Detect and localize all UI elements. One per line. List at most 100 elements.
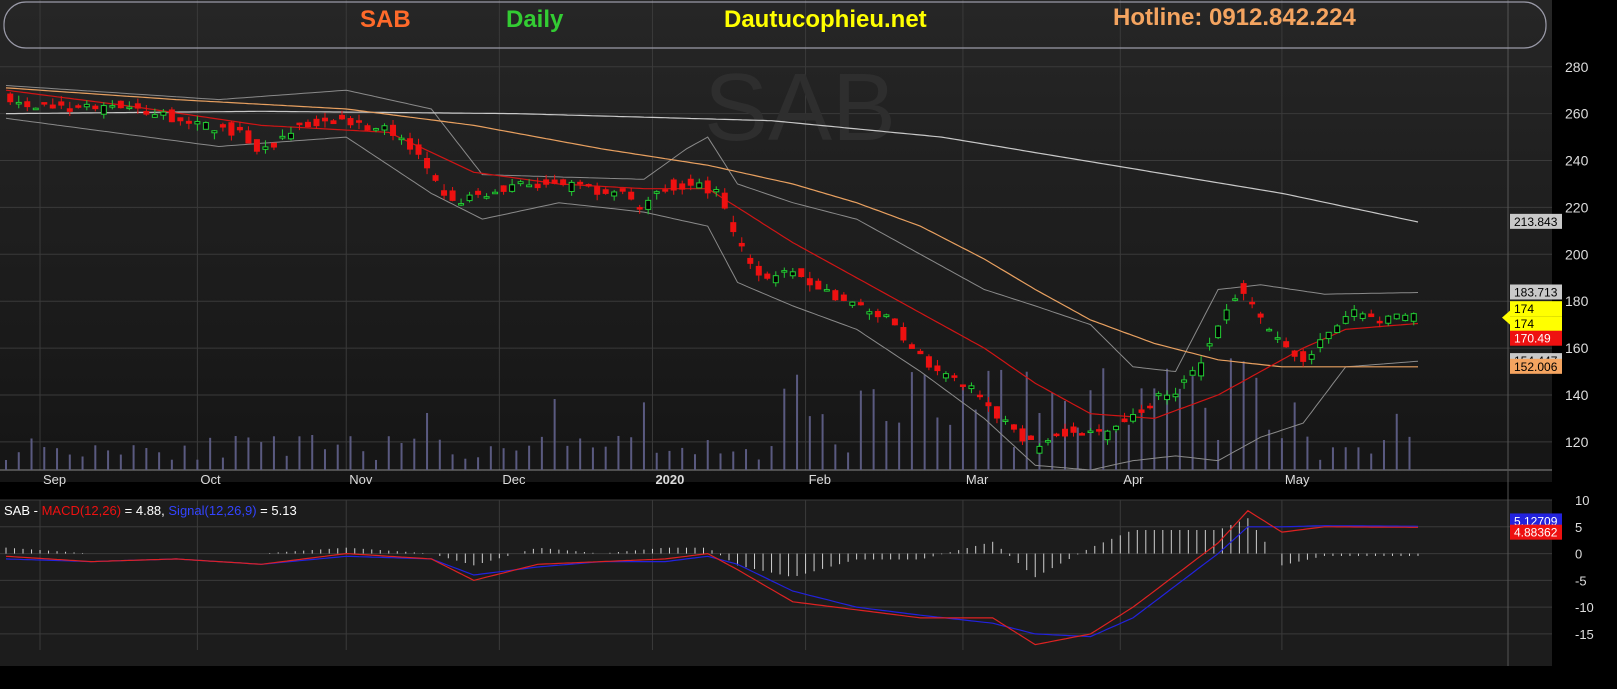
candle-body: [202, 122, 209, 130]
candle-body: [304, 121, 311, 128]
time-tick-label: May: [1285, 472, 1310, 487]
volume-bar: [477, 457, 480, 470]
volume-bar: [1370, 453, 1373, 470]
candle-body: [1096, 429, 1103, 432]
candle-body: [1010, 424, 1017, 430]
candle-body: [270, 142, 277, 148]
candle-body: [245, 130, 252, 144]
candle-body: [993, 406, 1000, 419]
candle-body: [449, 190, 456, 201]
signal-legend-label: Signal(12,26,9): [168, 503, 256, 518]
candle-body: [934, 365, 941, 372]
price-tick-label: 280: [1565, 59, 1589, 75]
volume-bar: [362, 451, 365, 470]
candle-body: [1300, 351, 1307, 362]
volume-bar: [515, 450, 518, 470]
volume-bar: [923, 374, 926, 470]
candle-body: [968, 385, 975, 390]
candle-body: [976, 394, 983, 398]
candle-body: [407, 138, 414, 150]
volume-bar: [1000, 369, 1003, 470]
candle-body: [721, 192, 728, 209]
volume-bar: [387, 436, 390, 470]
candle-body: [738, 242, 745, 247]
candle-body: [134, 103, 141, 109]
candle-body: [143, 110, 150, 115]
time-tick-label: Oct: [200, 472, 221, 487]
volume-bar: [732, 451, 735, 470]
candle-body: [560, 179, 567, 186]
volume-bar: [1306, 436, 1309, 470]
candle-body: [109, 105, 116, 108]
candle-body: [1189, 370, 1196, 376]
time-tick-label: Apr: [1123, 472, 1144, 487]
price-tag-label: 174: [1514, 302, 1534, 316]
volume-bar: [451, 454, 454, 470]
price-tag-label: 170.49: [1514, 332, 1551, 346]
volume-bar: [949, 424, 952, 470]
candle-body: [228, 122, 235, 136]
price-tag: 170.49: [1510, 330, 1562, 346]
candle-body: [219, 124, 226, 128]
volume-bar: [1217, 439, 1220, 470]
volume-bar: [604, 446, 607, 470]
candle-body: [1325, 331, 1332, 340]
candle-body: [636, 207, 643, 210]
volume-bar: [783, 388, 786, 470]
candle-body: [1019, 428, 1026, 442]
candle-body: [645, 199, 652, 210]
candle-body: [874, 310, 881, 318]
candle-body: [1104, 430, 1111, 441]
volume-bar: [426, 412, 429, 470]
volume-bar: [375, 459, 378, 470]
candle-body: [1198, 362, 1205, 377]
candle-body: [1181, 379, 1188, 383]
price-tick-label: 220: [1565, 199, 1589, 215]
candle-body: [1342, 316, 1349, 324]
candle-body: [602, 189, 609, 194]
volume-bar: [872, 389, 875, 470]
candle-body: [849, 301, 856, 306]
candle-body: [1240, 283, 1247, 294]
candle-body: [883, 314, 890, 318]
candle-body: [1410, 313, 1417, 322]
volume-bar: [94, 445, 97, 470]
candle-body: [313, 118, 320, 127]
candle-body: [168, 109, 175, 123]
candle-body: [730, 222, 737, 233]
candle-body: [1070, 426, 1077, 433]
volume-bar: [285, 455, 288, 470]
volume-bar: [323, 449, 326, 470]
candle-body: [891, 318, 898, 326]
candle-body: [1351, 309, 1358, 317]
volume-bar: [885, 421, 888, 470]
volume-bar: [1293, 402, 1296, 470]
macd-tick-label: -5: [1575, 573, 1587, 588]
volume-bar: [974, 409, 977, 470]
candle-body: [321, 117, 328, 122]
candle-body: [58, 101, 65, 106]
volume-bar: [438, 439, 441, 470]
candle-body: [338, 114, 345, 120]
candle-body: [1113, 425, 1120, 431]
price-tag: 174: [1510, 301, 1562, 317]
volume-bar: [1255, 377, 1258, 470]
volume-bar: [1268, 429, 1271, 470]
volume-bar: [43, 447, 46, 470]
volume-bar: [1395, 413, 1398, 470]
period-title: Daily: [506, 6, 564, 33]
candle-body: [330, 120, 337, 125]
volume-bar: [1178, 388, 1181, 470]
volume-bar: [298, 436, 301, 470]
candle-body: [1274, 337, 1281, 340]
candle-body: [619, 188, 626, 192]
volume-bar: [311, 435, 314, 470]
price-tick-label: 160: [1565, 340, 1589, 356]
volume-bar: [464, 458, 467, 470]
candle-body: [1155, 393, 1162, 397]
candle-body: [296, 122, 303, 126]
volume-bar: [1025, 371, 1028, 470]
price-tick-label: 180: [1565, 293, 1589, 309]
volume-bar: [234, 436, 237, 470]
candle-body: [679, 183, 686, 190]
